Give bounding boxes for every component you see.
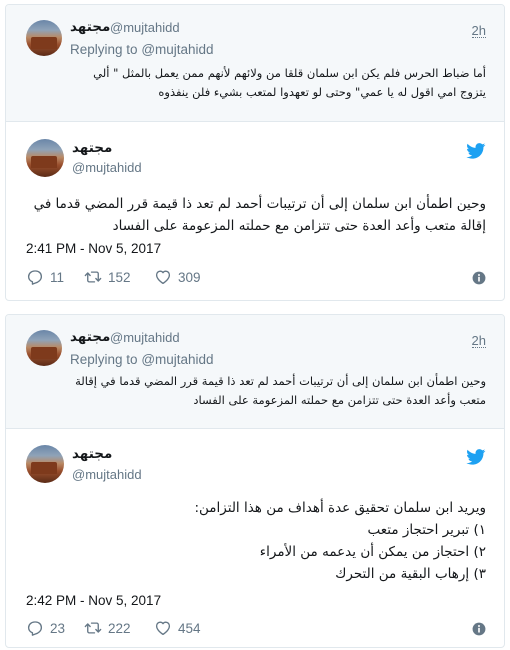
heart-icon xyxy=(154,619,172,637)
tweet-text-line: ٢) احتجاز من يمكن أن يدعمه من الأمراء xyxy=(259,544,486,560)
reply-icon xyxy=(26,619,44,637)
info-icon[interactable] xyxy=(472,271,486,285)
reply-button[interactable]: 11 xyxy=(26,268,64,286)
author-name[interactable]: مجتهد xyxy=(70,19,110,35)
tweet-card-2[interactable]: مجتهد @mujtahidd 2h Replying to @mujtahi… xyxy=(5,314,505,648)
replying-to: Replying to @mujtahidd xyxy=(70,352,214,367)
tweet-text-line: ٣) إرهاب البقية من التحرك xyxy=(335,566,486,582)
tweet-time[interactable]: 2h xyxy=(472,333,486,348)
author-handle[interactable]: @mujtahidd xyxy=(110,20,180,35)
replying-to: Replying to @mujtahidd xyxy=(70,42,214,57)
replying-handle[interactable]: @mujtahidd xyxy=(141,352,213,367)
avatar[interactable] xyxy=(26,445,64,483)
tweet-timestamp[interactable]: 2:42 PM - Nov 5, 2017 xyxy=(26,593,161,608)
author-handle[interactable]: @mujtahidd xyxy=(110,330,180,345)
retweet-icon xyxy=(84,268,102,286)
quoted-tweet[interactable]: مجتهد @mujtahidd 2h Replying to @mujtahi… xyxy=(6,315,504,429)
retweet-count: 152 xyxy=(108,269,131,285)
like-button[interactable]: 309 xyxy=(154,268,201,286)
avatar[interactable] xyxy=(26,139,64,177)
tweet-actions: 11 152 309 xyxy=(26,268,486,290)
tweet-actions: 23 222 454 xyxy=(26,619,486,641)
reply-count: 23 xyxy=(50,620,66,636)
twitter-bird-icon[interactable] xyxy=(466,143,486,159)
like-count: 309 xyxy=(178,269,201,285)
author-name[interactable]: مجتهد xyxy=(70,329,110,345)
tweet-text-line: ويريد ابن سلمان تحقيق عدة أهداف من هذا ا… xyxy=(194,500,486,516)
replying-label: Replying to xyxy=(70,352,138,367)
tweet-text: ويريد ابن سلمان تحقيق عدة أهداف من هذا ا… xyxy=(24,497,486,585)
author-handle[interactable]: @mujtahidd xyxy=(72,467,142,482)
replying-handle[interactable]: @mujtahidd xyxy=(141,42,213,57)
retweet-button[interactable]: 222 xyxy=(84,619,131,637)
twitter-bird-icon[interactable] xyxy=(466,449,486,465)
tweet-card-1[interactable]: مجتهد @mujtahidd 2h Replying to @mujtahi… xyxy=(5,4,505,301)
retweet-button[interactable]: 152 xyxy=(84,268,131,286)
tweet-text-line: ١) تبرير احتجاز متعب xyxy=(367,522,486,538)
avatar[interactable] xyxy=(26,330,62,366)
reply-icon xyxy=(26,268,44,286)
quoted-tweet-text: وحين اطمأن ابن سلمان إلى أن ترتيبات أحمد… xyxy=(75,374,486,407)
author-name[interactable]: مجتهد xyxy=(72,446,112,462)
tweet-timestamp[interactable]: 2:41 PM - Nov 5, 2017 xyxy=(26,241,161,256)
reply-count: 11 xyxy=(50,269,65,285)
like-button[interactable]: 454 xyxy=(154,619,201,637)
info-icon[interactable] xyxy=(472,622,486,636)
heart-icon xyxy=(154,268,172,286)
replying-label: Replying to xyxy=(70,42,138,57)
reply-button[interactable]: 23 xyxy=(26,619,65,637)
author-handle[interactable]: @mujtahidd xyxy=(72,160,142,175)
quoted-tweet[interactable]: مجتهد @mujtahidd 2h Replying to @mujtahi… xyxy=(6,5,504,122)
quoted-tweet-text: أما ضباط الحرس فلم يكن ابن سلمان قلقا من… xyxy=(93,66,486,99)
tweet-text: وحين اطمأن ابن سلمان إلى أن ترتيبات أحمد… xyxy=(33,196,486,234)
author-name[interactable]: مجتهد xyxy=(72,140,112,156)
retweet-count: 222 xyxy=(108,620,131,636)
avatar[interactable] xyxy=(26,20,62,56)
like-count: 454 xyxy=(178,620,201,636)
retweet-icon xyxy=(84,619,102,637)
tweet-time[interactable]: 2h xyxy=(472,23,486,38)
